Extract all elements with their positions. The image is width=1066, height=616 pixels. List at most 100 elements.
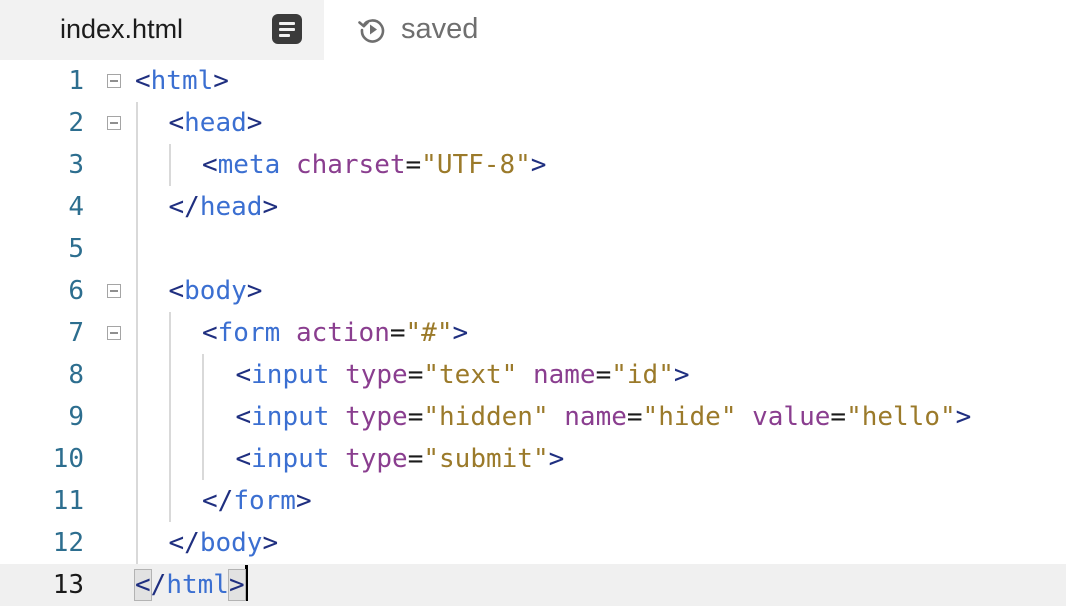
- line-number: 4: [68, 192, 84, 222]
- code-line[interactable]: 5: [0, 228, 1066, 270]
- line-number: 2: [68, 108, 84, 138]
- code-line[interactable]: 1 <html>: [0, 60, 1066, 102]
- code-token: body: [199, 528, 263, 558]
- code-token: type: [345, 444, 408, 474]
- code-line[interactable]: 10 <input type="submit">: [0, 438, 1066, 480]
- code-token: =: [626, 402, 643, 432]
- code-token: meta: [217, 150, 281, 180]
- code-token: form: [233, 486, 296, 516]
- code-line[interactable]: 4 </head>: [0, 186, 1066, 228]
- code-line[interactable]: 3 <meta charset="UTF-8">: [0, 144, 1066, 186]
- list-icon[interactable]: [272, 14, 302, 44]
- code-token: =: [407, 444, 424, 474]
- code-token: type: [345, 360, 408, 390]
- code-token: html: [150, 66, 214, 96]
- code-text: <input type="hidden" name="hide" value="…: [236, 396, 972, 438]
- code-token: =: [389, 318, 406, 348]
- code-token: html: [166, 570, 229, 600]
- code-line[interactable]: 8 <input type="text" name="id">: [0, 354, 1066, 396]
- code-line[interactable]: 6 <body>: [0, 270, 1066, 312]
- line-number: 7: [68, 318, 84, 348]
- code-text: <form action="#">: [202, 312, 468, 354]
- line-number: 12: [52, 528, 84, 558]
- code-token: "hide": [642, 402, 737, 432]
- code-token: <: [168, 276, 185, 306]
- code-line[interactable]: 11 </form>: [0, 480, 1066, 522]
- code-token: >: [213, 66, 229, 96]
- fold-toggle-icon[interactable]: [107, 116, 121, 130]
- indent-guide: [169, 144, 171, 186]
- code-token: >: [295, 486, 312, 516]
- code-token: "id": [611, 360, 674, 390]
- code-token: =: [407, 360, 424, 390]
- code-token: value: [752, 402, 831, 432]
- code-line[interactable]: 7 <form action="#">: [0, 312, 1066, 354]
- code-token: "hidden": [423, 402, 549, 432]
- code-token: "submit": [423, 444, 549, 474]
- code-token: <: [168, 108, 185, 138]
- history-icon: [358, 19, 385, 43]
- code-token: =: [407, 402, 424, 432]
- code-text: <head>: [169, 102, 263, 144]
- code-token: action: [295, 318, 390, 348]
- code-token: </: [168, 192, 200, 222]
- tab-filename: index.html: [60, 14, 184, 44]
- code-token: input: [251, 402, 330, 432]
- line-number: 3: [68, 150, 84, 180]
- code-text: </form>: [202, 480, 312, 522]
- code-line[interactable]: 9 <input type="hidden" name="hide" value=…: [0, 396, 1066, 438]
- line-number: 10: [52, 444, 84, 474]
- code-token: >: [227, 569, 246, 601]
- code-text: </html>: [134, 564, 248, 606]
- code-token: >: [246, 108, 263, 138]
- code-token: "text": [423, 360, 518, 390]
- code-text: <body>: [169, 270, 263, 312]
- code-line[interactable]: 12 </body>: [0, 522, 1066, 564]
- code-token: head: [184, 108, 247, 138]
- file-tab[interactable]: index.html: [0, 0, 324, 60]
- indent-guide: [136, 102, 138, 564]
- code-token: >: [262, 192, 279, 222]
- line-number: 11: [52, 486, 84, 516]
- code-token: body: [184, 276, 247, 306]
- code-editor[interactable]: 13 </html> 12 </body> 11 </form> 10 <input type…: [0, 60, 1066, 616]
- code-token: >: [673, 360, 690, 390]
- code-token: =: [830, 402, 847, 432]
- code-token: >: [246, 276, 263, 306]
- fold-toggle-icon[interactable]: [107, 326, 121, 340]
- code-token: =: [595, 360, 612, 390]
- code-text: <input type="submit">: [236, 438, 565, 480]
- code-token: <: [202, 318, 218, 348]
- code-text: <meta charset="UTF-8">: [202, 144, 546, 186]
- line-number: 9: [68, 402, 84, 432]
- code-token: "hello": [846, 402, 956, 432]
- code-token: =: [405, 150, 422, 180]
- indent-guide: [202, 354, 204, 480]
- line-number: 8: [68, 360, 84, 390]
- code-token: "UTF-8": [421, 150, 531, 180]
- code-token: </: [134, 569, 167, 601]
- code-token: <: [235, 360, 252, 390]
- code-token: >: [452, 318, 469, 348]
- save-status: saved: [401, 13, 479, 45]
- code-token: </: [168, 528, 200, 558]
- code-line[interactable]: 2 <head>: [0, 102, 1066, 144]
- code-token: type: [345, 402, 408, 432]
- code-token: >: [548, 444, 565, 474]
- line-number: 1: [68, 66, 84, 96]
- text-cursor: [244, 565, 248, 601]
- code-line[interactable]: 13 </html>: [0, 564, 1066, 606]
- code-token: name: [532, 360, 596, 390]
- tab-bar: index.html saved: [0, 0, 1066, 60]
- fold-toggle-icon[interactable]: [107, 74, 121, 88]
- code-text: </body>: [169, 522, 279, 564]
- fold-toggle-icon[interactable]: [107, 284, 121, 298]
- code-token: name: [564, 402, 627, 432]
- code-token: <: [235, 444, 252, 474]
